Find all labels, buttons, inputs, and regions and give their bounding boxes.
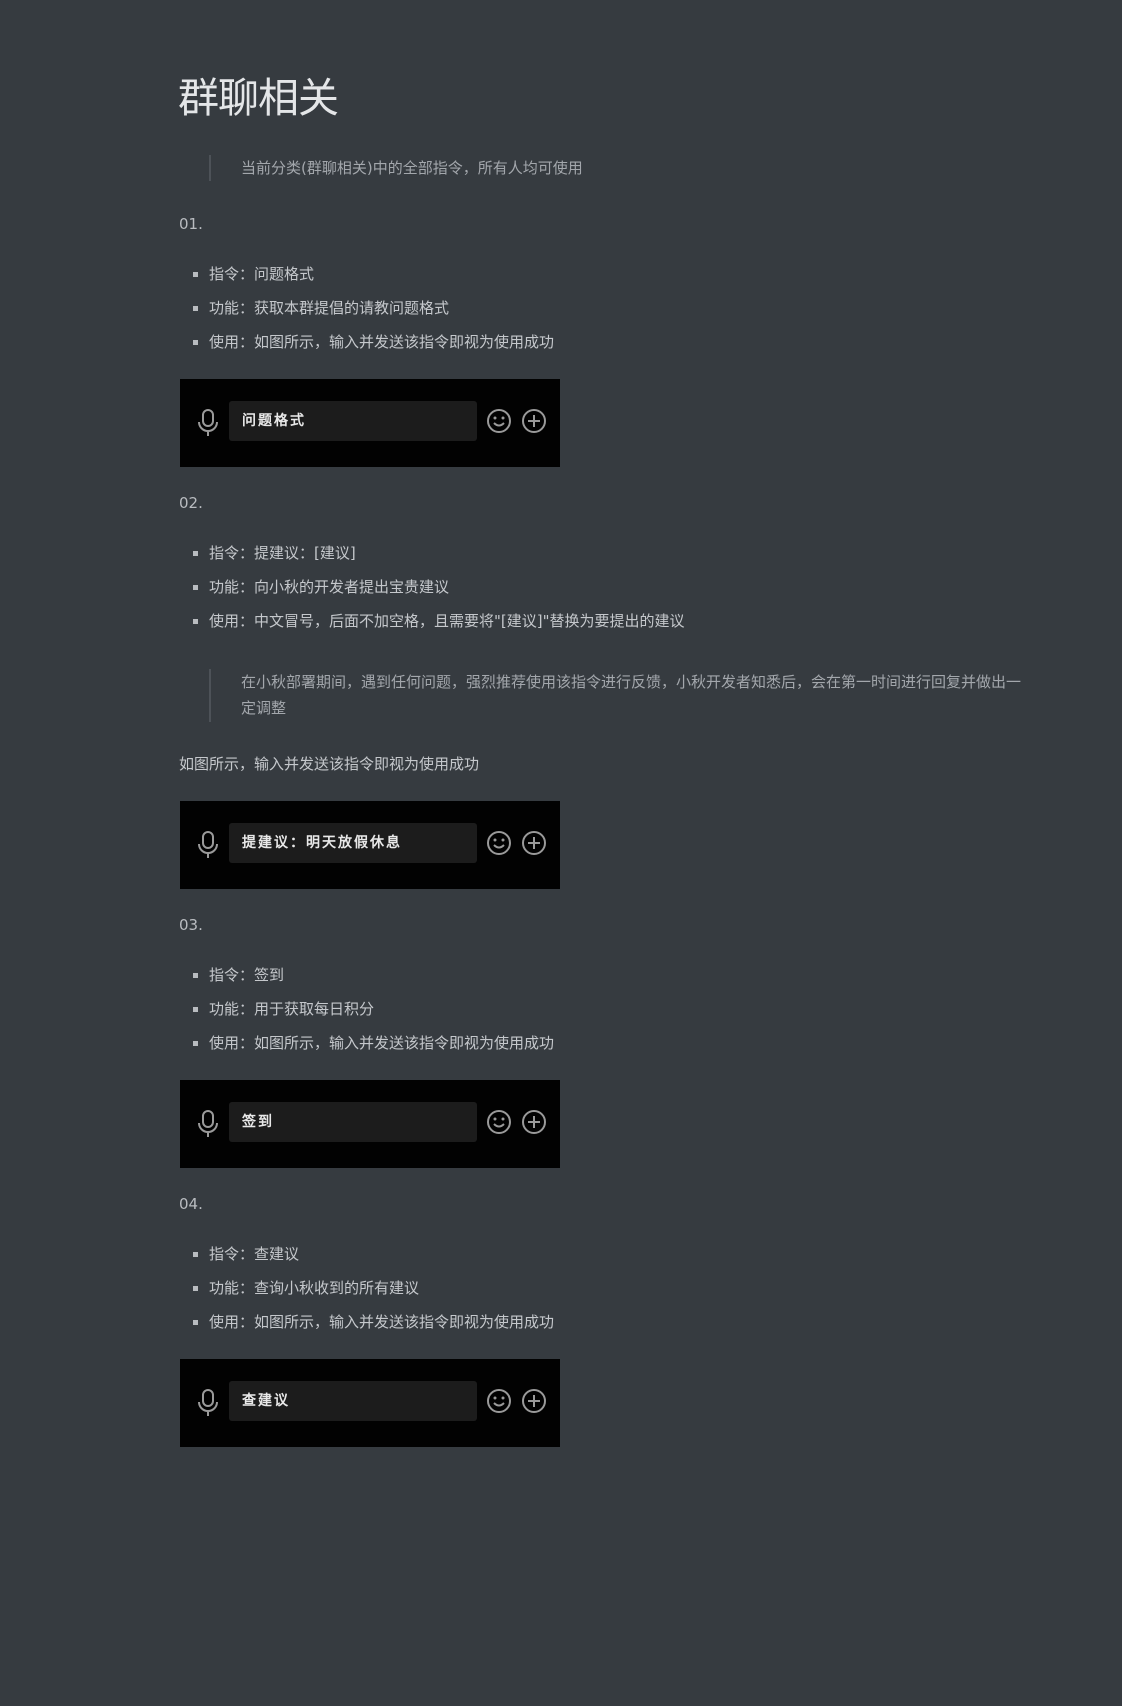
chat-input-bar-screenshot: 提建议：明天放假休息 — [180, 801, 560, 889]
microphone-icon — [198, 831, 218, 858]
plus-circle-icon — [522, 1110, 546, 1134]
section-number: 04. — [179, 1195, 203, 1213]
usage-paragraph: 如图所示，输入并发送该指令即视为使用成功 — [179, 755, 480, 773]
chat-input-bar-screenshot: 问题格式 — [180, 379, 560, 467]
page-title: 群聊相关 — [178, 74, 339, 122]
list-item: 指令：问题格式 — [192, 265, 315, 283]
list-item: 使用：如图所示，输入并发送该指令即视为使用成功 — [192, 1034, 555, 1052]
microphone-icon — [198, 1110, 218, 1137]
intro-quote-text: 当前分类(群聊相关)中的全部指令，所有人均可使用 — [241, 159, 583, 177]
list-item: 功能：用于获取每日积分 — [192, 1000, 375, 1018]
section-number: 03. — [179, 916, 203, 934]
document-page: 群聊相关 当前分类(群聊相关)中的全部指令，所有人均可使用 01. 指令：问题格… — [0, 0, 1122, 1706]
note-quote-text: 在小秋部署期间，遇到任何问题，强烈推荐使用该指令进行反馈，小秋开发者知悉后，会在… — [241, 673, 1022, 717]
list-item: 使用：如图所示，输入并发送该指令即视为使用成功 — [192, 333, 555, 351]
list-item: 使用：如图所示，输入并发送该指令即视为使用成功 — [192, 1313, 555, 1331]
smiley-icon — [487, 1110, 511, 1134]
plus-circle-icon — [522, 409, 546, 433]
list-item: 功能：查询小秋收到的所有建议 — [192, 1279, 420, 1297]
smiley-icon — [487, 1389, 511, 1413]
message-input-field: 问题格式 — [229, 401, 477, 441]
microphone-icon — [198, 409, 218, 436]
list-item: 指令：提建议：[建议] — [193, 544, 356, 562]
message-input-field: 提建议：明天放假休息 — [229, 823, 477, 863]
list-item: 指令：签到 — [192, 966, 285, 984]
list-item: 功能：向小秋的开发者提出宝贵建议 — [192, 578, 450, 596]
list-item: 功能：获取本群提倡的请教问题格式 — [192, 299, 450, 317]
intro-blockquote: 当前分类(群聊相关)中的全部指令，所有人均可使用 — [209, 155, 583, 181]
section-number: 01. — [179, 215, 203, 233]
chat-input-bar-screenshot: 查建议 — [180, 1359, 560, 1447]
chat-input-bar-screenshot: 签到 — [180, 1080, 560, 1168]
smiley-icon — [487, 831, 511, 855]
message-input-field: 查建议 — [229, 1381, 477, 1421]
smiley-icon — [487, 409, 511, 433]
microphone-icon — [198, 1389, 218, 1416]
plus-circle-icon — [522, 1389, 546, 1413]
note-blockquote: 在小秋部署期间，遇到任何问题，强烈推荐使用该指令进行反馈，小秋开发者知悉后，会在… — [209, 669, 1031, 722]
list-item: 使用：中文冒号，后面不加空格，且需要将"[建议]"替换为要提出的建议 — [193, 612, 685, 630]
list-item: 指令：查建议 — [192, 1245, 300, 1263]
message-input-field: 签到 — [229, 1102, 477, 1142]
plus-circle-icon — [522, 831, 546, 855]
section-number: 02. — [179, 494, 203, 512]
